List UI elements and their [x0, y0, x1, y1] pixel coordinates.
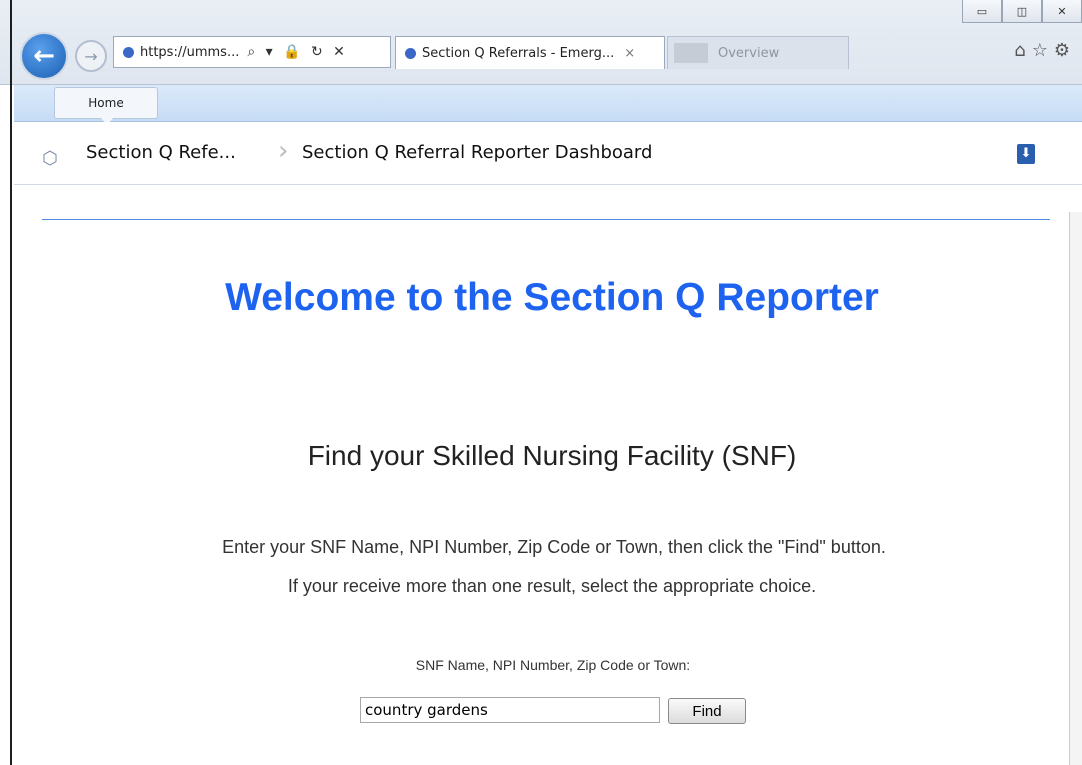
search-input[interactable]	[360, 697, 660, 723]
restore-button[interactable]: ◫	[1002, 0, 1042, 23]
find-button[interactable]: Find	[668, 698, 746, 724]
tab-section-q-referrals[interactable]: Section Q Referrals - Emerg... ×	[395, 36, 665, 69]
search-label: SNF Name, NPI Number, Zip Code or Town:	[415, 657, 691, 673]
toolbar-icons[interactable]: ⌂☆⚙	[1014, 40, 1076, 61]
browser-chrome: ▭ ◫ ✕ ← → https://umms... ⌕ ▾ 🔒 ↻ ✕ Sect…	[0, 0, 1082, 85]
breadcrumb: ⬡ Section Q Refe... › Section Q Referral…	[14, 122, 1082, 185]
section-heading: Find your Skilled Nursing Facility (SNF)	[307, 440, 797, 471]
site-icon	[123, 46, 134, 58]
forward-button[interactable]: →	[75, 40, 107, 72]
address-tools-icons[interactable]: ⌕ ▾ 🔒 ↻ ✕	[247, 44, 348, 60]
menu-bar: Home	[14, 85, 1082, 125]
instruction-text-2: If your receive more than one result, se…	[287, 576, 817, 596]
window-left-border	[10, 0, 12, 765]
forward-arrow-icon: →	[84, 46, 98, 66]
tab-close-icon[interactable]: ×	[624, 46, 635, 61]
divider	[42, 219, 1050, 220]
breadcrumb-separator: ›	[278, 136, 289, 166]
tab-favicon	[674, 43, 708, 63]
back-button[interactable]: ←	[20, 32, 68, 80]
minimize-button[interactable]: ▭	[962, 0, 1002, 23]
address-bar[interactable]: https://umms... ⌕ ▾ 🔒 ↻ ✕	[113, 36, 391, 68]
back-arrow-icon: ←	[33, 41, 55, 71]
close-window-button[interactable]: ✕	[1042, 0, 1082, 23]
tab-overview[interactable]: Overview	[667, 36, 849, 69]
tab-title-overview: Overview	[718, 45, 780, 61]
home-tab[interactable]: Home	[54, 87, 158, 125]
breadcrumb-item-section-q[interactable]: Section Q Refe...	[86, 142, 236, 163]
breadcrumb-item-dashboard: Section Q Referral Reporter Dashboard	[302, 142, 653, 163]
tab-site-icon	[405, 47, 416, 59]
instruction-text-1: Enter your SNF Name, NPI Number, Zip Cod…	[222, 537, 886, 557]
window-controls: ▭ ◫ ✕	[962, 0, 1082, 28]
address-text: https://umms...	[140, 44, 240, 60]
cube-icon: ⬡	[42, 148, 58, 169]
download-icon[interactable]: ⬇	[1017, 144, 1035, 164]
tab-title: Section Q Referrals - Emerg...	[422, 45, 615, 61]
page-title: Welcome to the Section Q Reporter	[225, 276, 879, 319]
